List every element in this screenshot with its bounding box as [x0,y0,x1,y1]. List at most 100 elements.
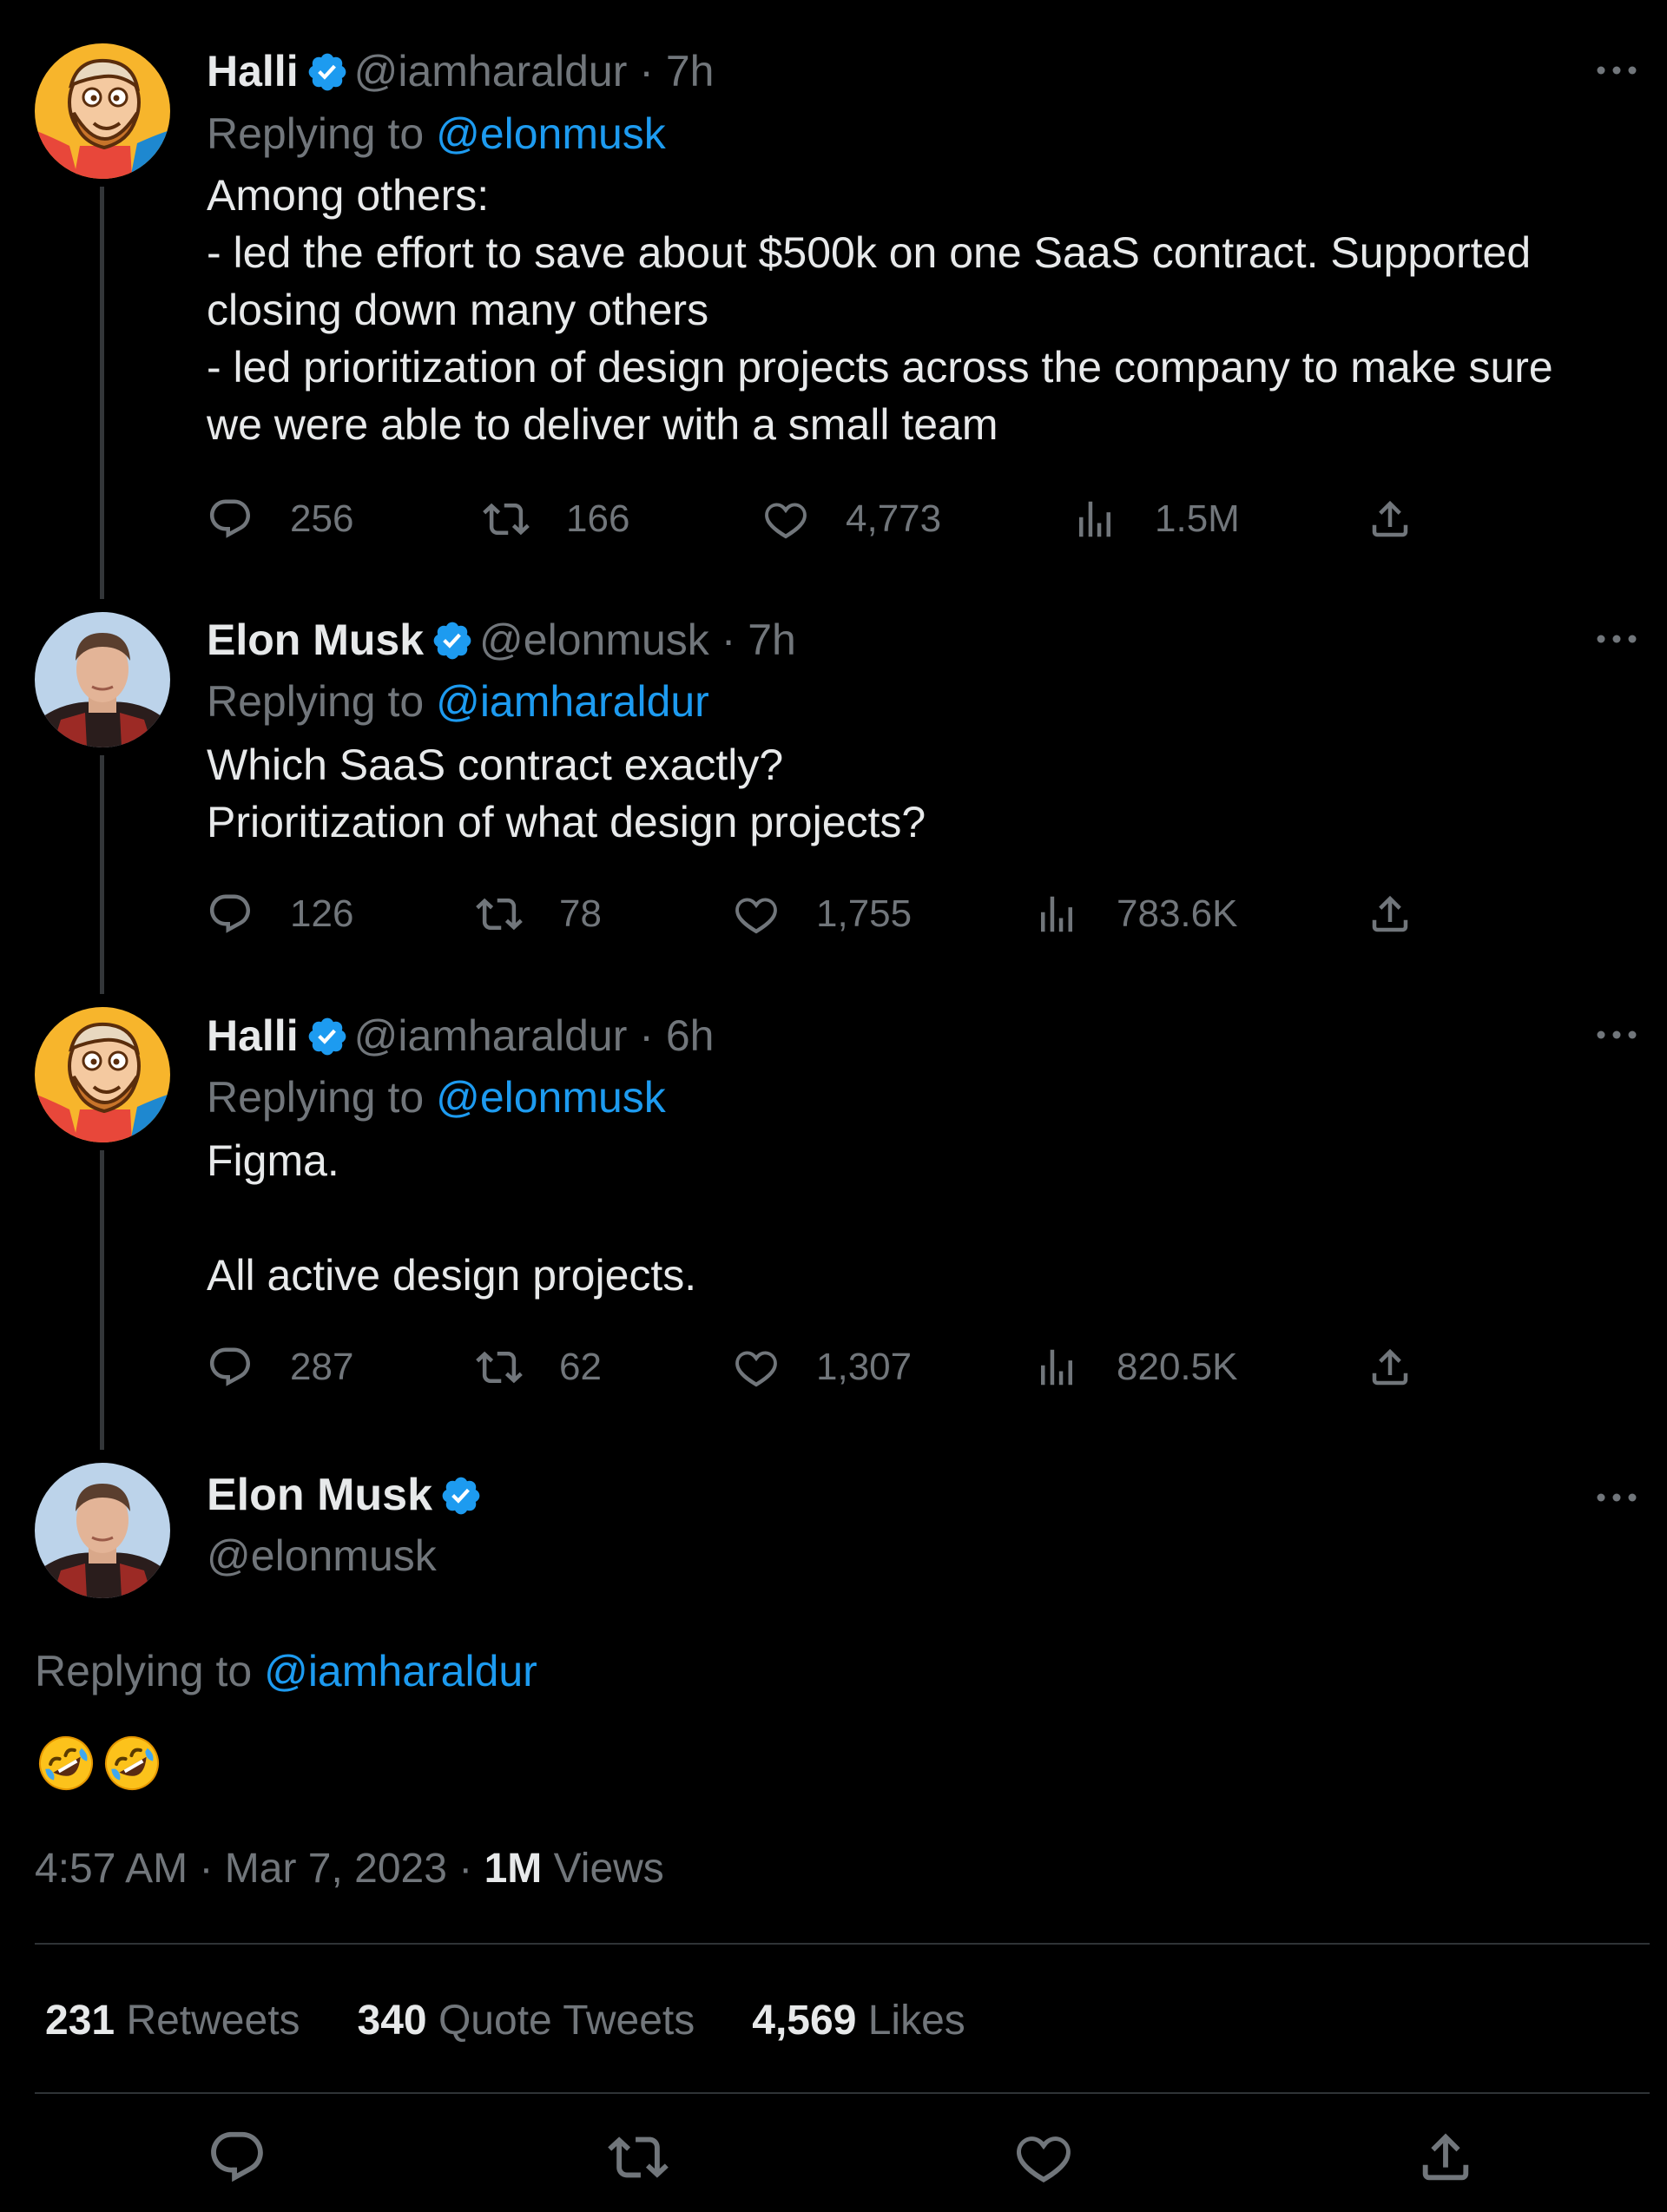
verified-badge-icon [431,619,474,662]
reply-icon [207,891,254,938]
author-name[interactable]: Halli [207,1011,299,1060]
thread-line [100,755,104,994]
views-count: 820.5K [1117,1346,1238,1388]
views-icon [1071,496,1118,543]
retweet-icon [476,891,523,938]
share-icon [1367,891,1413,938]
tweet-actions: 126 78 1,755 783.6K [207,884,1440,945]
views-button[interactable]: 1.5M [1071,489,1240,550]
tweet-time[interactable]: · 7h [639,47,714,95]
share-button[interactable] [1367,884,1413,945]
share-icon[interactable] [1415,2127,1476,2188]
author-name[interactable]: Halli [207,47,299,95]
views-button[interactable]: 783.6K [1033,884,1237,945]
verified-badge-icon [439,1474,483,1517]
views-count: 1M [484,1846,543,1892]
retweet-button[interactable]: 166 [483,489,629,550]
more-icon[interactable] [1591,1022,1643,1048]
views-icon [1033,1344,1080,1391]
like-button[interactable]: 1,307 [733,1337,912,1398]
tweet-time[interactable]: · 6h [639,1011,714,1060]
tweet-text: Figma. All active design projects. [207,1136,697,1300]
mention-link[interactable]: @elonmusk [436,109,666,158]
replying-to-label: Replying to [207,677,425,726]
quotes-label: Quote Tweets [438,1998,695,2044]
tweet-date[interactable]: · Mar 7, 2023 · [199,1846,472,1892]
tweet-timestamp[interactable]: 4:57 AM · Mar 7, 2023 · 1M Views [35,1843,664,1895]
mention-link[interactable]: @iamharaldur [436,677,709,726]
avatar[interactable] [35,1007,170,1142]
more-icon[interactable] [1591,57,1643,83]
replying-to: Replying to @elonmusk [207,1071,666,1123]
rolling-laughing-emoji-icon [105,1736,159,1790]
retweets-stat[interactable]: 231 Retweets [45,1995,300,2047]
retweet-count: 62 [559,1346,602,1388]
author-handle[interactable]: @iamharaldur [354,1011,628,1060]
tweet-text: Which SaaS contract exactly? Prioritizat… [207,741,926,846]
retweet-button[interactable]: 78 [476,884,602,945]
like-count: 1,755 [816,892,913,935]
like-button[interactable]: 4,773 [762,489,941,550]
tweet-text [35,1732,163,1794]
author-name[interactable]: Elon Musk [207,616,424,664]
views-icon [1033,891,1080,938]
share-icon [1367,1344,1413,1391]
retweets-label: Retweets [126,1998,300,2044]
replying-to-label: Replying to [207,1073,425,1122]
tweet-time[interactable]: · 7h [721,616,796,664]
author-handle[interactable]: @elonmusk [207,1530,437,1582]
reply-button[interactable]: 287 [207,1337,353,1398]
reply-button[interactable]: 126 [207,884,353,945]
tweet-header: Elon Musk [207,1469,488,1521]
thread-line [100,187,104,599]
replying-to-label: Replying to [207,109,425,158]
like-icon[interactable] [1013,2127,1074,2188]
like-count: 1,307 [816,1346,913,1388]
like-icon [762,496,809,543]
views-count: 1.5M [1155,497,1240,540]
author-name[interactable]: Elon Musk [207,1470,432,1520]
retweet-icon [476,1344,523,1391]
reply-button[interactable]: 256 [207,489,353,550]
like-icon [733,1344,780,1391]
tweet-time[interactable]: 4:57 AM [35,1846,188,1892]
more-icon[interactable] [1591,1485,1643,1511]
tweet-header: Elon Musk @elonmusk · 7h [207,614,796,666]
likes-stat[interactable]: 4,569 Likes [752,1995,965,2047]
tweet-actions: 256 166 4,773 1.5M [207,489,1440,550]
action-bar [0,2127,1667,2196]
tweet-header: Halli @iamharaldur · 7h [207,45,714,97]
avatar[interactable] [35,612,170,747]
mention-link[interactable]: @elonmusk [436,1073,666,1122]
reply-icon [207,496,254,543]
share-button[interactable] [1367,1337,1413,1398]
views-button[interactable]: 820.5K [1033,1337,1237,1398]
tweet-actions: 287 62 1,307 820.5K [207,1337,1440,1398]
like-button[interactable]: 1,755 [733,884,912,945]
retweet-button[interactable]: 62 [476,1337,602,1398]
more-icon[interactable] [1591,626,1643,652]
replying-to-label: Replying to [35,1647,253,1695]
verified-badge-icon [306,50,349,94]
divider [35,1943,1650,1945]
reply-icon[interactable] [207,2127,267,2188]
quote-tweets-stat[interactable]: 340 Quote Tweets [358,1995,695,2047]
author-handle[interactable]: @elonmusk [479,616,709,664]
share-button[interactable] [1367,489,1413,550]
thread-line [100,1150,104,1450]
author-handle[interactable]: @iamharaldur [354,47,628,95]
reply-count: 126 [290,892,354,935]
avatar[interactable] [35,1463,170,1598]
mention-link[interactable]: @iamharaldur [264,1647,537,1695]
like-count: 4,773 [846,497,942,540]
verified-badge-icon [306,1015,349,1058]
views-count: 783.6K [1117,892,1238,935]
replying-to: Replying to @elonmusk [207,108,666,160]
likes-label: Likes [867,1998,965,2044]
retweets-count: 231 [45,1998,115,2044]
avatar[interactable] [35,43,170,179]
replying-to: Replying to @iamharaldur [35,1645,537,1697]
retweet-icon [483,496,530,543]
retweet-icon[interactable] [608,2127,669,2188]
divider [35,2092,1650,2094]
